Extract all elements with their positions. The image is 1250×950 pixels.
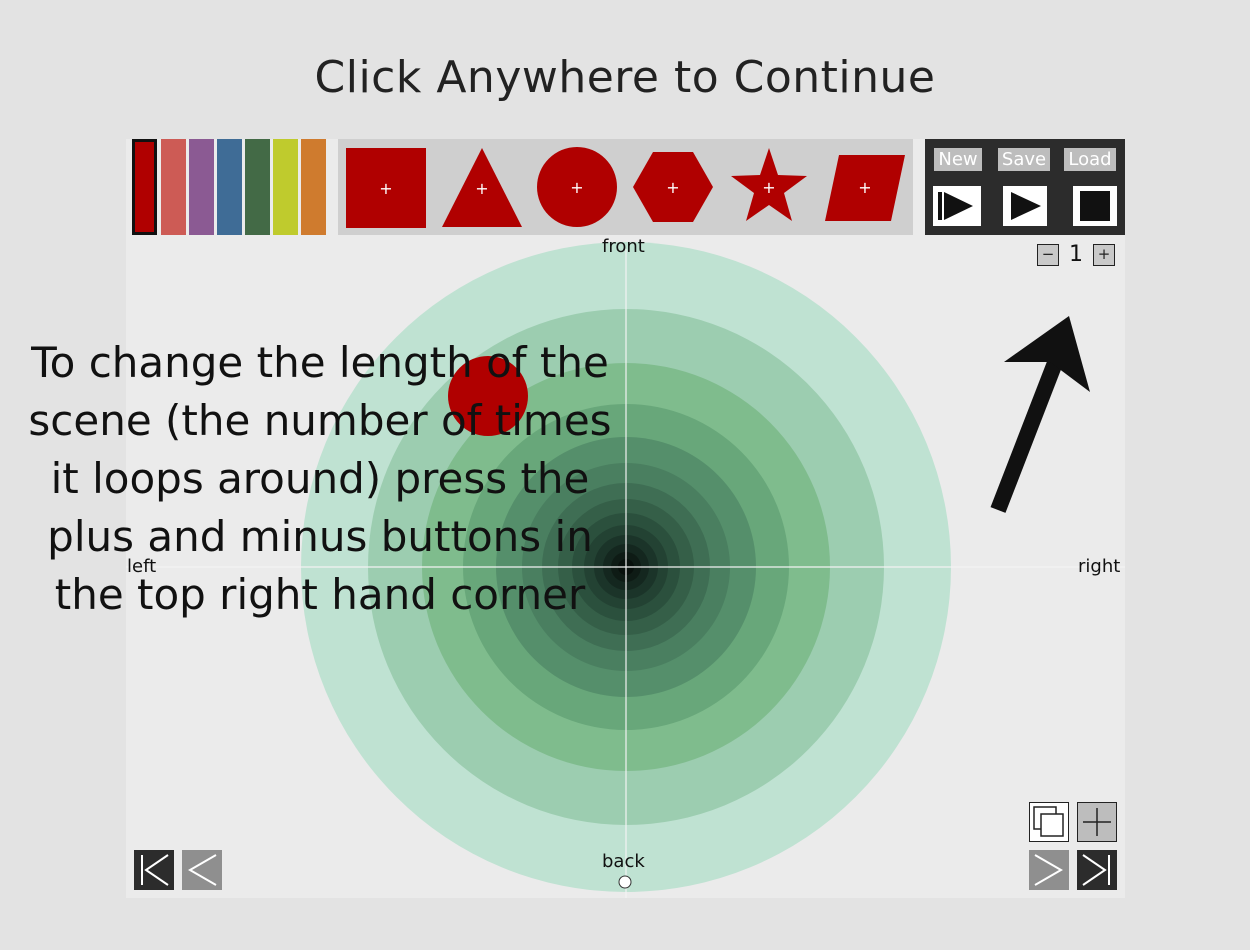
play-from-start-button[interactable] [933,186,981,226]
minus-icon: − [1041,245,1055,263]
color-swatch[interactable] [301,139,326,235]
add-parallelogram-button[interactable]: + [821,143,909,231]
color-swatch[interactable] [161,139,186,235]
color-swatch[interactable] [217,139,242,235]
add-circle-button[interactable]: + [533,143,621,231]
color-swatch[interactable] [132,139,157,235]
svg-text:+: + [858,178,871,197]
add-hexagon-button[interactable]: + [629,143,717,231]
color-swatch[interactable] [245,139,270,235]
new-button[interactable]: New [934,148,982,171]
svg-text:+: + [475,179,488,198]
next-button[interactable] [1029,850,1069,890]
go-to-last-button[interactable] [1077,850,1117,890]
go-to-first-button[interactable] [134,850,174,890]
back-label: back [602,851,645,872]
previous-button[interactable] [182,850,222,890]
add-scene-button[interactable] [1077,802,1117,842]
pointer-arrow-icon [990,316,1090,513]
color-swatch[interactable] [189,139,214,235]
decrease-length-button[interactable]: − [1037,244,1059,266]
scene-length-value: 1 [1069,242,1083,267]
add-triangle-button[interactable]: + [438,143,526,231]
overlay-title[interactable]: Click Anywhere to Continue [0,52,1250,103]
listener-handle [618,875,632,889]
duplicate-scene-button[interactable] [1029,802,1069,842]
instruction-text: To change the length of the scene (the n… [28,338,612,619]
add-square-button[interactable]: + [342,143,430,231]
save-button[interactable]: Save [998,148,1050,171]
svg-text:+: + [762,178,775,197]
add-star-button[interactable]: + [725,143,813,231]
shape-toolbar: + + + + + + [338,139,913,235]
color-swatch[interactable] [273,139,298,235]
front-label: front [602,236,645,257]
play-button[interactable] [1003,186,1047,226]
svg-text:+: + [379,179,392,198]
right-label: right [1078,556,1121,577]
svg-text:+: + [570,178,583,197]
stop-button[interactable] [1073,186,1117,226]
svg-text:+: + [666,178,679,197]
plus-icon: + [1097,245,1111,263]
transport-panel: New Save Load [925,139,1125,235]
increase-length-button[interactable]: + [1093,244,1115,266]
load-button[interactable]: Load [1064,148,1116,171]
